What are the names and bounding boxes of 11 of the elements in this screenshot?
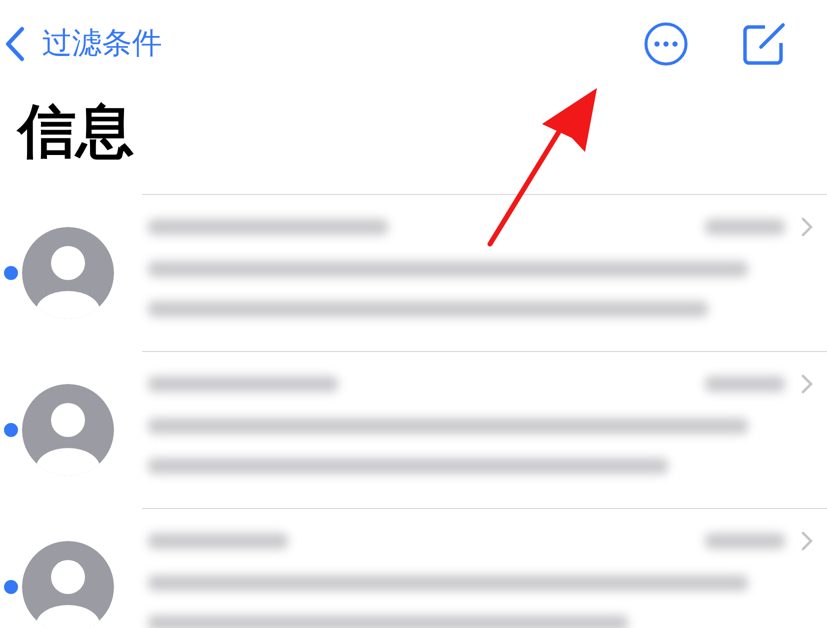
chevron-icon <box>801 374 813 394</box>
back-chevron-icon[interactable] <box>4 26 26 62</box>
more-icon[interactable] <box>643 21 689 67</box>
chevron-icon <box>801 217 813 237</box>
avatar-icon <box>22 540 114 628</box>
back-button[interactable]: 过滤条件 <box>4 26 162 62</box>
avatar-icon <box>22 384 114 476</box>
avatar-icon <box>22 226 114 318</box>
page-title: 信息 <box>18 102 134 167</box>
chevron-icon <box>801 531 813 551</box>
compose-icon[interactable] <box>741 21 787 67</box>
